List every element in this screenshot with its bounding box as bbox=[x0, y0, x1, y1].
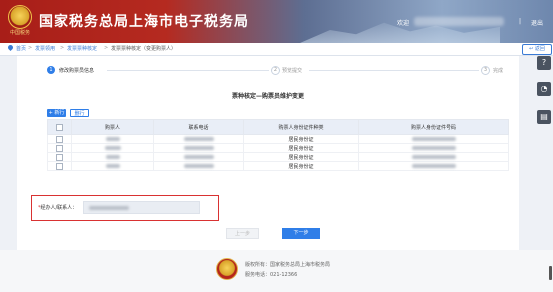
buyer-name-cell[interactable] bbox=[71, 143, 154, 153]
redacted-value bbox=[411, 136, 456, 141]
redacted-value bbox=[183, 163, 214, 168]
step-connector bbox=[309, 70, 479, 71]
tax-emblem-icon bbox=[8, 5, 32, 29]
row-checkbox[interactable] bbox=[56, 135, 63, 143]
footer-hotline: 服务电话：021-12366 bbox=[245, 272, 298, 278]
table-row[interactable]: 居民身份证 bbox=[47, 161, 509, 171]
select-all-checkbox[interactable] bbox=[56, 123, 63, 131]
table-row[interactable]: 居民身份证 bbox=[47, 143, 509, 153]
buyer-table: 购票人 联系电话 购票人身份证件种类 购票人身份证件号码 居民身份证 居民身份证 bbox=[47, 119, 509, 171]
row-select-cell bbox=[47, 134, 72, 144]
id-number-cell[interactable] bbox=[358, 134, 509, 144]
row-select-cell bbox=[47, 161, 72, 171]
back-arrow-icon: ↩ bbox=[529, 46, 534, 52]
scrollbar[interactable] bbox=[549, 266, 552, 280]
id-type-cell[interactable]: 居民身份证 bbox=[243, 143, 359, 153]
id-number-cell[interactable] bbox=[358, 143, 509, 153]
redacted-value bbox=[411, 163, 456, 168]
column-header-id-number: 购票人身份证件号码 bbox=[358, 119, 509, 135]
redacted-value bbox=[183, 145, 214, 150]
authorizer-label: *经办人/联系人： bbox=[38, 204, 77, 211]
row-select-cell bbox=[47, 152, 72, 162]
help-icon[interactable]: ? bbox=[537, 56, 551, 70]
phone-cell[interactable] bbox=[153, 161, 244, 171]
column-header-id-type: 购票人身份证件种类 bbox=[243, 119, 359, 135]
row-checkbox[interactable] bbox=[56, 162, 63, 170]
step-1-label: 修改购票员信息 bbox=[59, 68, 95, 74]
breadcrumb: 首页 > 发票领用 > 发票票种核定 > 发票票种核定（变更购票人） bbox=[0, 43, 553, 56]
buyer-name-cell[interactable] bbox=[71, 152, 154, 162]
add-row-button[interactable]: + 新行 bbox=[47, 109, 66, 117]
next-step-button[interactable]: 下一步 bbox=[282, 228, 320, 239]
tax-emblem-icon bbox=[216, 258, 238, 280]
logo-caption: 中国税务 bbox=[9, 30, 30, 36]
breadcrumb-invoice-approval[interactable]: 发票票种核定 bbox=[67, 45, 97, 52]
back-button[interactable]: ↩ 返回 bbox=[522, 44, 552, 55]
welcome-label: 欢迎 bbox=[397, 20, 410, 27]
table-header-row: 购票人 联系电话 购票人身份证件种类 购票人身份证件号码 bbox=[47, 119, 509, 135]
redacted-value bbox=[89, 206, 129, 210]
redacted-value bbox=[105, 136, 120, 141]
phone-cell[interactable] bbox=[153, 152, 244, 162]
footer-copyright: 版权所有：国家税务总局上海市税务局 bbox=[245, 262, 331, 268]
breadcrumb-current: 发票票种核定（变更购票人） bbox=[111, 46, 177, 52]
row-checkbox[interactable] bbox=[56, 144, 63, 152]
authorizer-label-text: 经办人/联系人： bbox=[40, 205, 78, 211]
redacted-value bbox=[411, 154, 456, 159]
table-row[interactable]: 居民身份证 bbox=[47, 134, 509, 144]
redacted-value bbox=[104, 145, 121, 150]
row-checkbox[interactable] bbox=[56, 153, 63, 161]
column-header-phone: 联系电话 bbox=[153, 119, 244, 135]
buyer-name-cell[interactable] bbox=[71, 161, 154, 171]
location-pin-icon bbox=[6, 43, 15, 52]
table-row[interactable]: 居民身份证 bbox=[47, 152, 509, 162]
headset-icon[interactable]: ◔ bbox=[537, 82, 551, 96]
back-label: 返回 bbox=[534, 46, 545, 52]
redacted-value bbox=[105, 154, 120, 159]
column-header-buyer: 购票人 bbox=[71, 119, 154, 135]
redacted-value bbox=[105, 163, 120, 168]
breadcrumb-invoice-collect[interactable]: 发票领用 bbox=[35, 45, 55, 52]
breadcrumb-separator: > bbox=[104, 45, 109, 51]
redacted-value bbox=[183, 136, 214, 141]
document-icon[interactable]: ▤ bbox=[537, 110, 551, 124]
redacted-value bbox=[183, 154, 214, 159]
logout-link[interactable]: 退出 bbox=[531, 18, 543, 27]
breadcrumb-separator: > bbox=[28, 45, 33, 51]
step-3-label: 完成 bbox=[493, 68, 504, 74]
breadcrumb-home[interactable]: 首页 bbox=[16, 45, 26, 52]
prev-step-button[interactable]: 上一步 bbox=[226, 228, 259, 239]
section-title: 票种核定—购票员维护变更 bbox=[231, 93, 304, 100]
select-column-header bbox=[47, 119, 72, 135]
redacted-value bbox=[411, 145, 456, 150]
site-title: 国家税务总局上海市电子税务局 bbox=[39, 14, 249, 30]
phone-cell[interactable] bbox=[153, 143, 244, 153]
step-2-label: 预览提交 bbox=[282, 68, 303, 74]
phone-cell[interactable] bbox=[153, 134, 244, 144]
footer: 版权所有：国家税务总局上海市税务局 服务电话：021-12366 bbox=[0, 250, 553, 292]
step-3-indicator: 3 bbox=[481, 66, 490, 75]
authorizer-input[interactable] bbox=[83, 201, 200, 214]
buyer-name-cell[interactable] bbox=[71, 134, 154, 144]
id-number-cell[interactable] bbox=[358, 161, 509, 171]
step-connector bbox=[107, 70, 269, 71]
breadcrumb-separator: > bbox=[60, 45, 65, 51]
row-select-cell bbox=[47, 143, 72, 153]
id-type-cell[interactable]: 居民身份证 bbox=[243, 161, 359, 171]
id-type-cell[interactable]: 居民身份证 bbox=[243, 134, 359, 144]
id-number-cell[interactable] bbox=[358, 152, 509, 162]
header-separator: | bbox=[519, 18, 522, 25]
user-name-redacted bbox=[414, 17, 504, 26]
top-header: 中国税务 国家税务总局上海市电子税务局 欢迎 | 退出 bbox=[0, 0, 553, 43]
step-1-indicator: 1 bbox=[47, 66, 55, 74]
delete-row-button[interactable]: 删行 bbox=[70, 109, 89, 117]
id-type-cell[interactable]: 居民身份证 bbox=[243, 152, 359, 162]
step-2-indicator: 2 bbox=[271, 66, 280, 75]
